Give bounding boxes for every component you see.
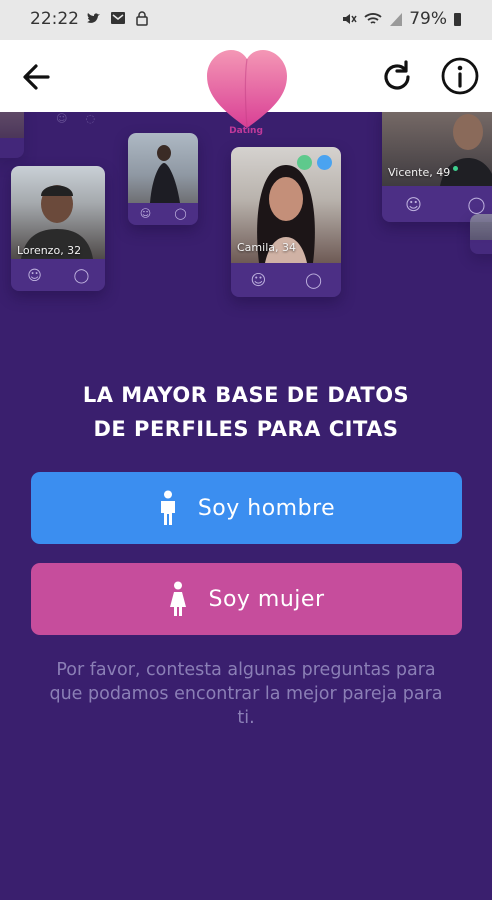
chat-icon[interactable]: ◯ bbox=[163, 203, 198, 225]
profile-card-small[interactable]: ☺ ◯ bbox=[128, 133, 198, 225]
female-icon bbox=[170, 581, 187, 616]
chat-icon[interactable]: ◯ bbox=[286, 263, 341, 297]
emoji-icon[interactable]: ☺ bbox=[11, 261, 58, 291]
profile-card-vicente[interactable]: Vicente, 49 ☺ ◯ bbox=[382, 112, 492, 222]
soy-mujer-label: Soy mujer bbox=[208, 586, 325, 612]
profile-name: Lorenzo, 32 bbox=[17, 244, 82, 257]
battery-icon bbox=[454, 13, 461, 26]
info-note: Por favor, contesta algunas preguntas pa… bbox=[49, 660, 443, 728]
twitter-icon bbox=[87, 13, 100, 23]
profile-name: Vicente, 49 bbox=[388, 166, 459, 179]
faded-actions: ☺ ◌ bbox=[56, 112, 116, 125]
male-icon bbox=[160, 490, 175, 525]
emoji-icon[interactable]: ☺ bbox=[382, 188, 445, 222]
emoji-icon[interactable]: ☺ bbox=[231, 263, 286, 297]
profile-card-lorenzo[interactable]: Lorenzo, 32 ☺ ◯ bbox=[11, 166, 105, 291]
signal-icon bbox=[390, 13, 403, 26]
app-toolbar: Dating bbox=[0, 40, 492, 136]
profile-card-right-sliver bbox=[470, 214, 492, 254]
profile-card-camila[interactable]: Camila, 34 ☺ ◯ bbox=[231, 147, 341, 297]
headline-line-1: LA MAYOR BASE DE DATOS bbox=[82, 383, 410, 407]
emoji-icon: ☺ bbox=[56, 112, 68, 125]
profile-name: Camila, 34 bbox=[237, 241, 296, 254]
chat-icon: ◌ bbox=[85, 112, 96, 125]
profile-card-faded bbox=[0, 112, 24, 158]
chat-icon[interactable]: ◯ bbox=[58, 261, 105, 291]
person-silhouette bbox=[150, 145, 180, 203]
battery-percent: 79% bbox=[409, 9, 447, 29]
mute-icon bbox=[343, 14, 357, 24]
mail-icon bbox=[111, 12, 125, 24]
wifi-icon bbox=[364, 13, 382, 24]
soy-hombre-label: Soy hombre bbox=[197, 495, 336, 521]
refresh-icon[interactable] bbox=[378, 58, 416, 96]
profile-collage: ☺ ◌ Lorenzo, 32 ☺ ◯ ☺ ◯ Camila, 34 ☺ ◯ V… bbox=[0, 112, 492, 342]
profile-photo bbox=[470, 214, 492, 240]
profile-photo bbox=[128, 133, 198, 203]
back-arrow-icon[interactable] bbox=[18, 58, 56, 96]
badge-icon bbox=[297, 155, 312, 170]
soy-mujer-button[interactable]: Soy mujer bbox=[31, 563, 462, 635]
page-headline: LA MAYOR BASE DE DATOS DE PERFILES PARA … bbox=[40, 378, 452, 446]
headline-line-2: DE PERFILES PARA CITAS bbox=[93, 417, 399, 441]
soy-hombre-button[interactable]: Soy hombre bbox=[31, 472, 462, 544]
online-dot bbox=[453, 166, 459, 171]
emoji-icon[interactable]: ☺ bbox=[128, 203, 163, 225]
status-bar: 22:22 79% bbox=[0, 0, 492, 40]
profile-photo bbox=[0, 112, 24, 138]
info-icon[interactable] bbox=[440, 56, 480, 96]
verified-icon bbox=[317, 155, 332, 170]
lock-icon bbox=[136, 11, 148, 26]
status-time: 22:22 bbox=[30, 9, 79, 29]
